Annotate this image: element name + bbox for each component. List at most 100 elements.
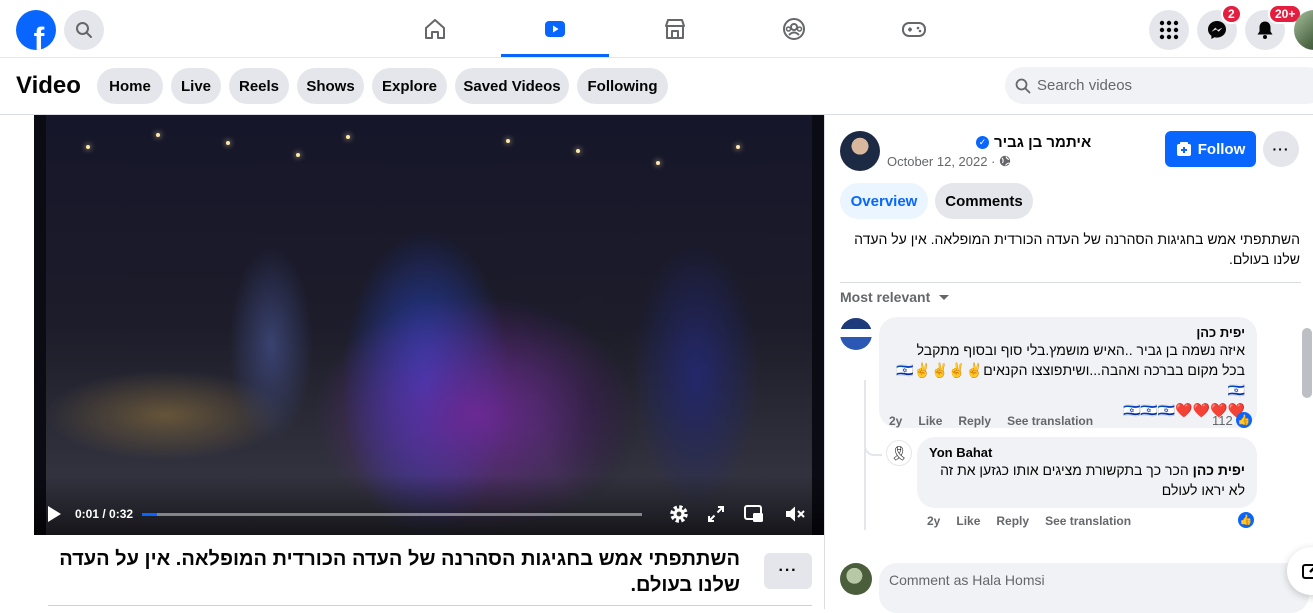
see-translation-link[interactable]: See translation xyxy=(1007,414,1093,428)
nav-tab-marketplace[interactable] xyxy=(621,0,729,57)
grid-menu-icon xyxy=(1159,20,1179,40)
description-divider xyxy=(840,282,1301,283)
panel-divider xyxy=(824,115,825,609)
stage-light xyxy=(296,153,300,157)
facebook-logo[interactable]: f xyxy=(16,10,56,50)
comment-input[interactable]: Comment as Hala Homsi xyxy=(879,563,1309,613)
messenger-icon xyxy=(1208,21,1226,39)
post-description: השתתפתי אמש בחגיגות הסהרנה של העדה הכורד… xyxy=(854,231,1300,267)
comment-bubble: יפית כהן איזה נשמה בן גביר ..האיש מושמץ.… xyxy=(879,317,1257,428)
like-reaction-icon[interactable]: 👍 xyxy=(1238,512,1254,528)
mute-icon[interactable] xyxy=(784,504,806,524)
post-date-text: October 12, 2022 · xyxy=(887,154,1000,169)
search-button[interactable] xyxy=(64,10,104,50)
pill-saved-videos[interactable]: Saved Videos xyxy=(455,68,569,104)
author-avatar[interactable] xyxy=(840,131,880,171)
play-icon[interactable] xyxy=(48,506,61,522)
like-link[interactable]: Like xyxy=(956,514,980,528)
reaction-count: 112 xyxy=(1212,412,1233,428)
nav-tab-home[interactable] xyxy=(381,0,489,57)
progress-bar[interactable] xyxy=(142,513,642,516)
compose-icon xyxy=(1302,564,1313,579)
controls-overlay xyxy=(34,475,824,535)
comment-avatar[interactable] xyxy=(840,318,872,350)
progress-fill xyxy=(142,513,157,516)
marketplace-icon xyxy=(665,18,685,39)
nav-tab-gaming[interactable] xyxy=(860,0,968,57)
reply-age[interactable]: 2y xyxy=(927,514,940,528)
sort-label: Most relevant xyxy=(840,289,931,305)
stage-light xyxy=(576,149,580,153)
reply-author[interactable]: Yon Bahat xyxy=(929,445,1245,460)
stage-light xyxy=(226,141,230,145)
comment-text: איזה נשמה בן גביר ..האיש מושמץ.בלי סוף ו… xyxy=(896,342,1245,398)
pill-shows[interactable]: Shows xyxy=(297,68,364,104)
comment-age[interactable]: 2y xyxy=(889,414,902,428)
current-user-avatar[interactable] xyxy=(840,563,872,595)
pill-live[interactable]: Live xyxy=(171,68,221,104)
thread-connector xyxy=(864,432,882,456)
globe-icon xyxy=(999,155,1011,167)
yellow-ribbon-icon: 🎗 xyxy=(890,444,908,461)
post-more-button[interactable]: ··· xyxy=(1263,131,1299,167)
stage-light xyxy=(86,145,90,149)
search-videos-input[interactable]: Search videos xyxy=(1005,67,1313,104)
stage-light xyxy=(656,161,660,165)
pill-home[interactable]: Home xyxy=(97,68,163,104)
tab-comments[interactable]: Comments xyxy=(935,183,1033,219)
settings-gear-icon[interactable] xyxy=(668,503,690,525)
messenger-badge: 2 xyxy=(1221,4,1242,24)
like-link[interactable]: Like xyxy=(918,414,942,428)
search-icon xyxy=(76,22,92,38)
search-placeholder: Search videos xyxy=(1037,77,1133,94)
see-translation-link[interactable]: See translation xyxy=(1045,514,1131,528)
post-date[interactable]: October 12, 2022 · xyxy=(887,154,1011,169)
bell-icon xyxy=(1257,21,1273,39)
sort-dropdown[interactable]: Most relevant xyxy=(840,289,950,305)
tab-overview[interactable]: Overview xyxy=(840,183,928,219)
search-icon xyxy=(1015,78,1031,94)
stage-light xyxy=(346,135,350,139)
pill-reels[interactable]: Reels xyxy=(229,68,289,104)
reply-link[interactable]: Reply xyxy=(958,414,991,428)
reply-mention[interactable]: יפית כהן xyxy=(1193,462,1245,478)
caption-divider xyxy=(48,605,812,606)
pip-icon[interactable] xyxy=(743,503,765,525)
video-time: 0:01 / 0:32 xyxy=(75,507,134,521)
comment-reactions[interactable]: 112 👍 xyxy=(1212,412,1252,428)
comment-author[interactable]: יפית כהן xyxy=(891,325,1245,340)
fullscreen-icon[interactable] xyxy=(707,505,725,523)
nav-tab-video[interactable] xyxy=(501,0,609,57)
menu-button[interactable] xyxy=(1149,10,1189,50)
reply-link[interactable]: Reply xyxy=(996,514,1029,528)
nav-active-indicator xyxy=(501,54,609,57)
video-caption: השתתפתי אמש בחגיגות הסהרנה של העדה הכורד… xyxy=(59,548,740,596)
chevron-down-icon xyxy=(939,295,950,300)
follow-label: Follow xyxy=(1197,140,1246,158)
reply-actions: 2y Like Reply See translation xyxy=(927,514,1131,528)
video-player[interactable]: 0:01 / 0:32 xyxy=(34,115,824,535)
like-reaction-icon: 👍 xyxy=(1235,412,1252,428)
more-dots-icon: ··· xyxy=(778,562,798,579)
comment-placeholder: Comment as Hala Homsi xyxy=(889,572,1045,588)
reply-avatar[interactable]: 🎗 xyxy=(886,440,912,466)
follow-button[interactable]: Follow xyxy=(1165,131,1256,167)
more-dots-icon: ··· xyxy=(1272,141,1290,157)
pill-explore[interactable]: Explore xyxy=(372,68,447,104)
reply-text: יפית כהן הכר כך בתקשורת מציגים אותו כגזע… xyxy=(929,460,1245,500)
pill-following[interactable]: Following xyxy=(577,68,668,104)
video-icon xyxy=(545,20,565,37)
author-name[interactable]: איתמר בן גביר xyxy=(994,134,1091,151)
nav-tab-groups[interactable] xyxy=(740,0,848,57)
gaming-icon xyxy=(902,21,926,37)
home-icon xyxy=(425,18,445,39)
video-more-button[interactable]: ··· xyxy=(764,553,812,589)
stage-light xyxy=(156,133,160,137)
facebook-logo-letter: f xyxy=(33,21,45,50)
scrollbar-thumb[interactable] xyxy=(1302,328,1312,398)
groups-icon xyxy=(783,17,805,40)
verified-badge-icon: ✓ xyxy=(976,136,989,149)
reply-bubble: Yon Bahat יפית כהן הכר כך בתקשורת מציגים… xyxy=(917,437,1257,508)
stage-light xyxy=(736,145,740,149)
follow-icon xyxy=(1176,142,1191,156)
